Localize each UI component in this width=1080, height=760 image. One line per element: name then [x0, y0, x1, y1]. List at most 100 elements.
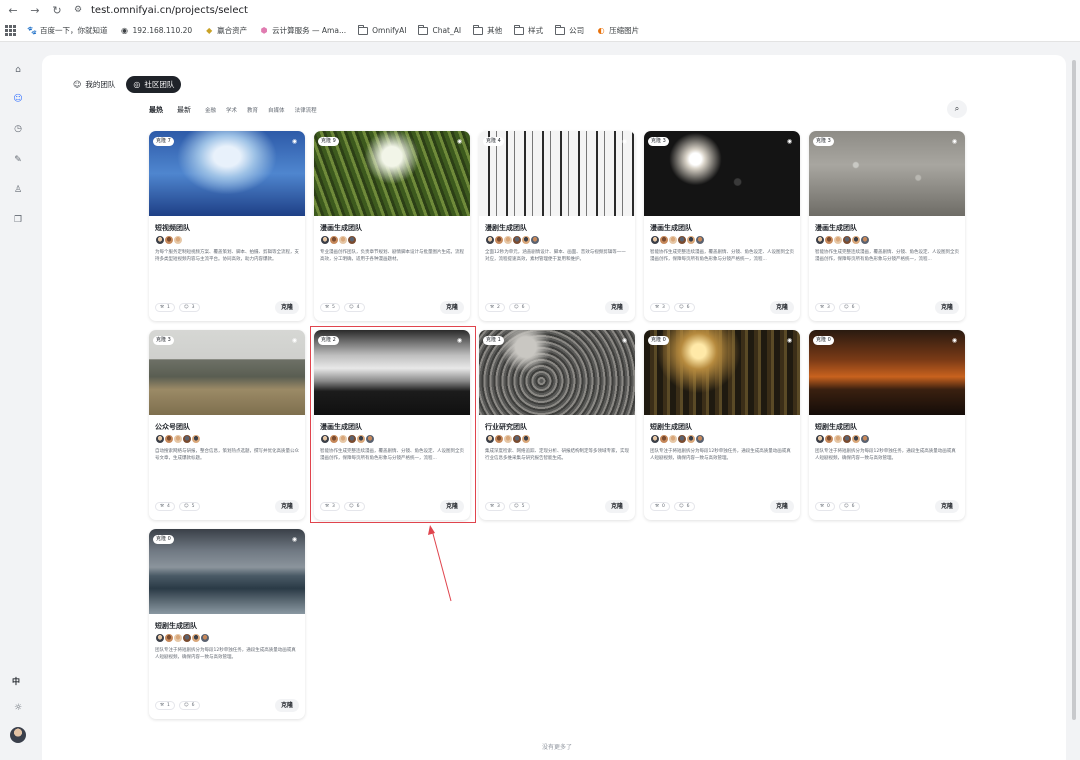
bookmark-item[interactable]: ⬢ 云计算服务 — Ama... — [259, 25, 346, 36]
team-card[interactable]: 克隆 0 ◉ 短剧生成团队 团队专注于将短剧拆分为每段12秒单独任务，通段生成高质量动… — [149, 529, 305, 719]
eye-icon[interactable]: ◉ — [455, 137, 464, 146]
tab-community-teams[interactable]: ◎ 社区团队 — [126, 76, 182, 93]
user-avatar[interactable] — [10, 727, 26, 743]
bookmark-item[interactable]: 🐾 百度一下，你就知道 — [27, 25, 108, 36]
reload-icon[interactable]: ↻ — [46, 0, 68, 20]
forward-icon[interactable]: → — [24, 0, 46, 20]
bookmark-item[interactable]: 样式 — [514, 24, 543, 36]
avatar — [530, 235, 540, 245]
category-filter[interactable]: 自媒体 — [268, 106, 285, 114]
bookmark-item[interactable]: OmnifyAI — [358, 24, 406, 35]
team-card[interactable]: 克隆 1 ◉ 行业研究团队 集成深度检索、网络追踪、定现分析、研报结构制定等多领域专家… — [479, 330, 635, 520]
clone-button[interactable]: 克隆 — [769, 301, 794, 314]
site-info-icon[interactable]: ⚙ — [74, 5, 88, 15]
team-card[interactable]: 克隆 4 ◉ 漫剧生成团队 全面12秒为单元，涵盖剧情设计、脚本、画面、音效与视频剪辑… — [479, 131, 635, 321]
card-title: 短剧生成团队 — [650, 423, 692, 431]
eye-icon[interactable]: ◉ — [290, 137, 299, 146]
team-icon[interactable]: ☺ — [11, 92, 25, 106]
community-icon: ◎ — [133, 80, 141, 89]
copy-icon[interactable]: ❐ — [11, 213, 25, 227]
team-card[interactable]: 克隆 3 ◉ 公众号团队 自动搜索网络与研报，整合信息，策划热点选题，撰写并优化高质量… — [149, 330, 305, 520]
tools-count: ⚒ 4 — [155, 502, 175, 511]
eye-icon[interactable]: ◉ — [785, 336, 794, 345]
address-bar[interactable]: test.omnifyai.cn/projects/select — [91, 5, 248, 16]
bookmark-label: 赢合资产 — [217, 26, 248, 35]
back-icon[interactable]: ← — [2, 0, 24, 20]
tools-value: 0 — [662, 504, 665, 509]
bookmark-item[interactable]: ◆ 赢合资产 — [204, 25, 247, 36]
category-filter[interactable]: 法律流程 — [295, 106, 317, 114]
sun-icon[interactable]: ☼ — [11, 701, 25, 715]
eye-icon[interactable]: ◉ — [290, 336, 299, 345]
filter-bar: 最热 最新 金融 学术 教育 自媒体 法律流程 — [149, 105, 327, 115]
card-description: 为每个服务定制短视频方案、覆盖策划、脚本、拍摄、剪辑等全流程，支持多类型短视频内… — [155, 250, 299, 262]
clone-button[interactable]: 克隆 — [274, 500, 299, 513]
members-value: 6 — [191, 703, 195, 708]
clone-button[interactable]: 克隆 — [274, 699, 299, 712]
eye-icon[interactable]: ◉ — [950, 336, 959, 345]
card-stats: ⚒ 0 ☺ 6 — [650, 502, 695, 511]
category-filter[interactable]: 金融 — [205, 106, 216, 114]
bookmark-item[interactable]: ◐ 压缩图片 — [596, 25, 640, 36]
clone-button[interactable]: 克隆 — [604, 301, 629, 314]
clone-button[interactable]: 克隆 — [934, 301, 959, 314]
folder-icon — [555, 24, 566, 35]
sort-hottest[interactable]: 最热 — [149, 105, 163, 115]
bookmark-item[interactable]: ◉ 192.168.110.20 — [120, 26, 192, 36]
search-icon[interactable]: ⌕ — [947, 100, 967, 118]
clone-button[interactable]: 克隆 — [604, 500, 629, 513]
card-title: 公众号团队 — [155, 423, 190, 431]
tool-icon[interactable]: ✎ — [11, 153, 25, 167]
card-stats: ⚒ 4 ☺ 5 — [155, 502, 200, 511]
member-avatars — [485, 235, 540, 245]
team-card[interactable]: 克隆 9 ◉ 漫画生成团队 专业漫画创作团队，负责章节规划、剧情脚本设计与批量图片生成… — [314, 131, 470, 321]
history-icon[interactable]: ◷ — [11, 122, 25, 136]
clone-button[interactable]: 克隆 — [934, 500, 959, 513]
member-avatars — [650, 434, 705, 444]
team-card[interactable]: 克隆 0 ◉ 短剧生成团队 团队专注于将短剧拆分为每段12秒单独任务，通段生成高质量动… — [809, 330, 965, 520]
bookmarks-bar: 🐾 百度一下，你就知道 ◉ 192.168.110.20 ◆ 赢合资产 ⬢ 云计算服务 — A… — [0, 20, 1080, 42]
eye-icon[interactable]: ◉ — [950, 137, 959, 146]
people-icon: ☺ — [678, 305, 684, 310]
tab-my-teams[interactable]: ☺ 我的团队 — [66, 76, 122, 93]
category-filter[interactable]: 学术 — [226, 106, 237, 114]
wrench-icon: ⚒ — [160, 703, 165, 708]
avatar — [200, 633, 210, 643]
team-card[interactable]: 克隆 3 ◉ 漫画生成团队 智能协作生成完整连续漫画，覆盖剧情、分镜、角色设定、人设图… — [644, 131, 800, 321]
clone-button[interactable]: 克隆 — [769, 500, 794, 513]
team-card[interactable]: 克隆 3 ◉ 漫画生成团队 智能协作生成完整连续漫画，覆盖剧情、分镜、角色设定、人设图… — [809, 131, 965, 321]
card-stats: ⚒ 2 ☺ 6 — [485, 303, 530, 312]
home-icon[interactable]: ⌂ — [11, 63, 25, 77]
clone-button[interactable]: 克隆 — [274, 301, 299, 314]
clone-button[interactable]: 克隆 — [439, 301, 464, 314]
wrench-icon: ⚒ — [490, 305, 495, 310]
scrollbar-thumb[interactable] — [1072, 60, 1076, 720]
category-filter[interactable]: 教育 — [247, 106, 258, 114]
bookmark-item[interactable]: 公司 — [555, 24, 584, 36]
aws-cube-icon: ⬢ — [260, 26, 268, 35]
clone-count-badge: 克隆 9 — [318, 137, 339, 146]
eye-icon[interactable]: ◉ — [620, 336, 629, 345]
tools-value: 0 — [827, 504, 830, 509]
compress-app-icon: ◐ — [597, 26, 605, 35]
team-card[interactable]: 克隆 7 ◉ 短视频团队 为每个服务定制短视频方案、覆盖策划、脚本、拍摄、剪辑等全流程… — [149, 131, 305, 321]
members-count: ☺ 4 — [343, 303, 365, 312]
apps-grid-icon[interactable] — [3, 24, 17, 38]
team-card[interactable]: 克隆 0 ◉ 短剧生成团队 团队专注于将短剧拆分为每段12秒单独任务，通段生成高质量动… — [644, 330, 800, 520]
browser-toolbar: ← → ↻ ⚙ test.omnifyai.cn/projects/select — [0, 0, 1080, 20]
eye-icon[interactable]: ◉ — [785, 137, 794, 146]
avatar — [191, 434, 201, 444]
eye-icon[interactable]: ◉ — [620, 137, 629, 146]
sort-newest[interactable]: 最新 — [177, 105, 191, 115]
language-switch[interactable]: 中 — [12, 676, 20, 687]
bookmark-label: 百度一下，你就知道 — [40, 26, 108, 35]
bookmark-item[interactable]: 其他 — [473, 24, 502, 36]
user-icon[interactable]: ♙ — [11, 183, 25, 197]
tools-count: ⚒ 1 — [155, 701, 175, 710]
eye-icon[interactable]: ◉ — [290, 535, 299, 544]
clone-count-badge: 克隆 4 — [483, 137, 504, 146]
avatar — [860, 235, 870, 245]
members-value: 3 — [191, 305, 195, 310]
bookmark-item[interactable]: Chat_AI — [418, 24, 461, 35]
wrench-icon: ⚒ — [160, 504, 165, 509]
